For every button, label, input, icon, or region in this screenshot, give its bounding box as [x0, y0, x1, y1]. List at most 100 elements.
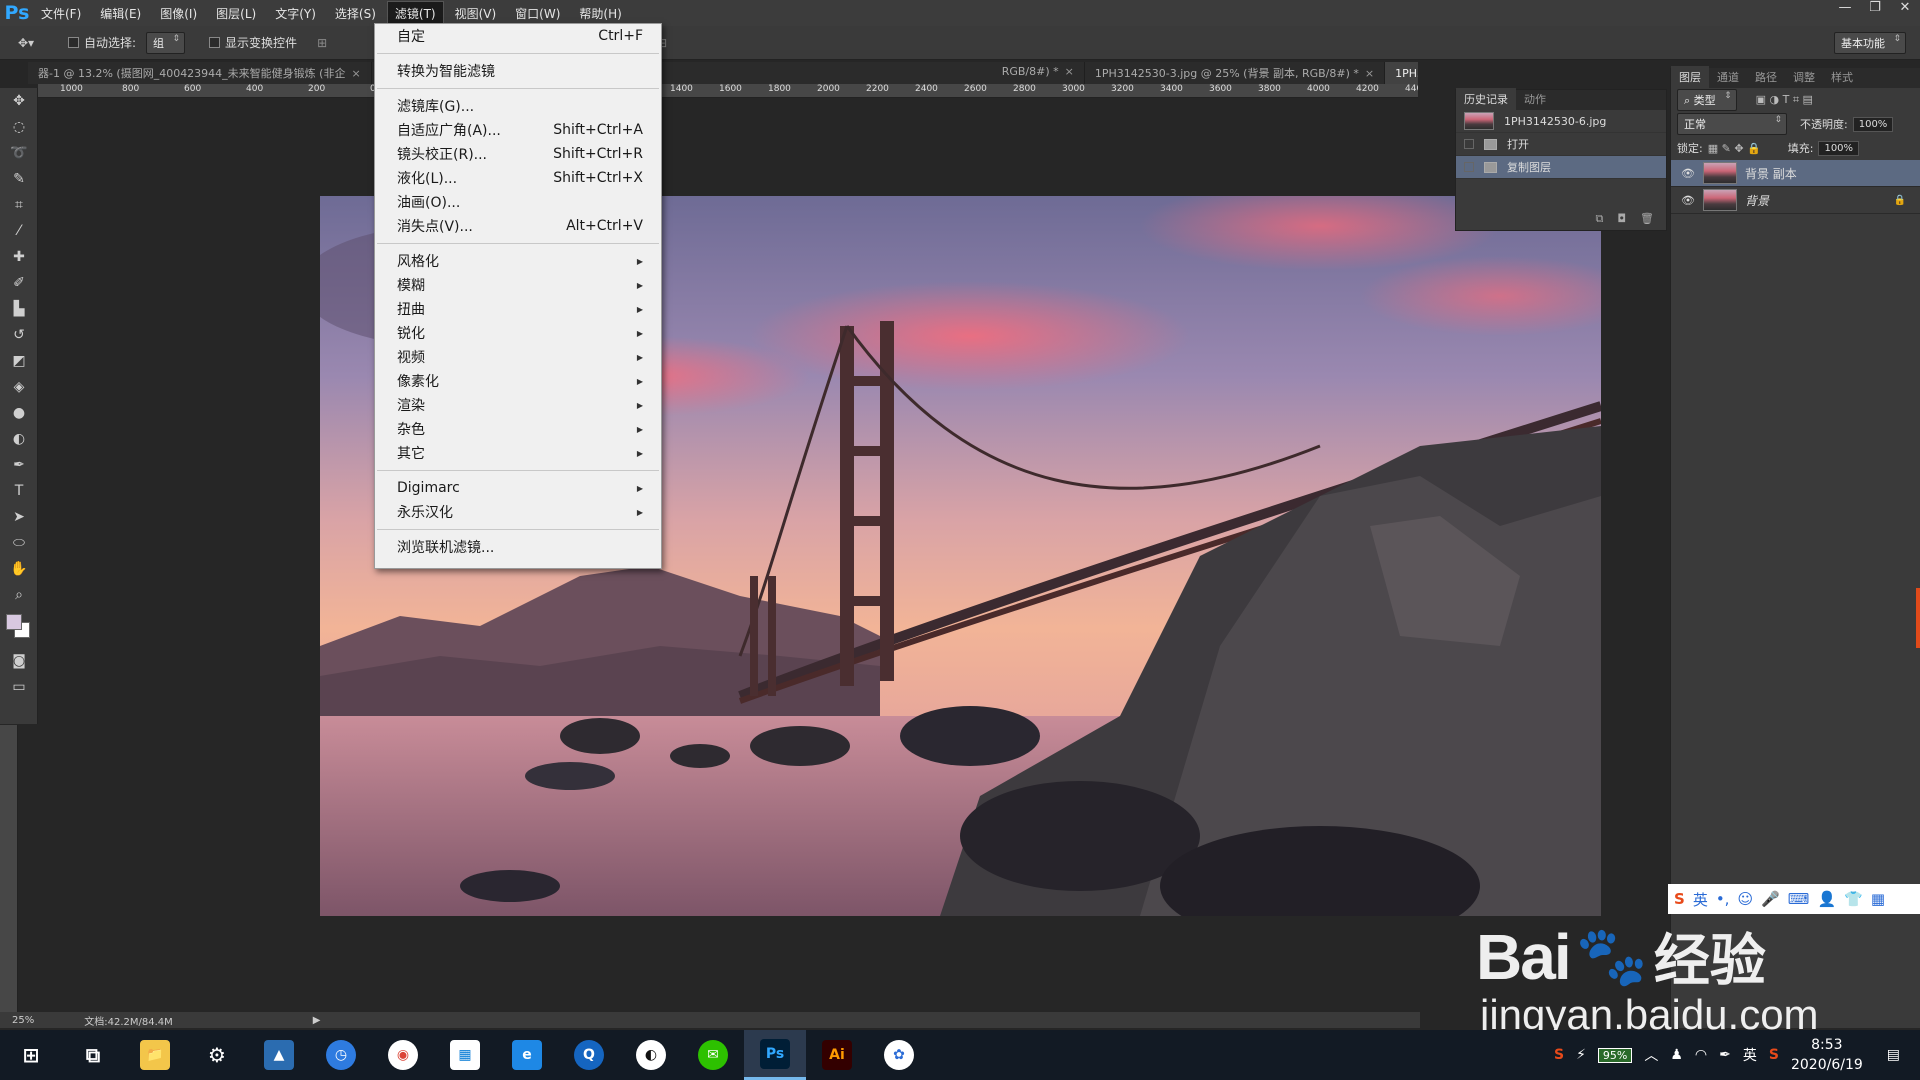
dodge-tool-icon[interactable]: ◐ — [0, 426, 38, 452]
chevron-up-icon[interactable]: ︿ — [1644, 1045, 1658, 1065]
scroll-indicator[interactable] — [1916, 588, 1920, 648]
illustrator-icon[interactable]: Ai — [806, 1030, 868, 1080]
eyedropper-tool-icon[interactable]: ⁄ — [0, 218, 38, 244]
battery-level[interactable]: 95% — [1597, 1047, 1633, 1063]
tab-channels[interactable]: 通道 — [1709, 66, 1747, 88]
wechat-icon[interactable]: ✉ — [682, 1030, 744, 1080]
sogou-icon[interactable]: S — [1769, 1047, 1779, 1063]
history-step-open[interactable]: 打开 — [1456, 133, 1666, 156]
lock-icons[interactable]: ▦ ✎ ✥ 🔒 — [1708, 142, 1761, 155]
document-tab[interactable]: RGB/8#) * × — [992, 62, 1085, 84]
blur-tool-icon[interactable]: ● — [0, 400, 38, 426]
filter-menu-item[interactable]: 滤镜库(G)... — [375, 94, 661, 118]
layer-filter-dropdown[interactable]: ⌕ 类型 — [1677, 89, 1737, 111]
auto-select-dropdown[interactable]: 组 — [146, 31, 186, 54]
close-icon[interactable]: × — [351, 67, 360, 80]
menu-1[interactable]: 编辑(E) — [93, 2, 148, 25]
type-tool-icon[interactable]: T — [0, 478, 38, 504]
screen-mode-icon[interactable]: ▭ — [0, 674, 38, 700]
eraser-tool-icon[interactable]: ◩ — [0, 348, 38, 374]
menu-8[interactable]: 窗口(W) — [508, 2, 567, 25]
marquee-tool-icon[interactable]: ◌ — [0, 114, 38, 140]
menu-2[interactable]: 图像(I) — [153, 2, 204, 25]
history-snapshot[interactable]: 1PH3142530-6.jpg — [1456, 110, 1666, 133]
zoom-level[interactable]: 25% — [12, 1015, 34, 1026]
lasso-tool-icon[interactable]: ➰ — [0, 140, 38, 166]
history-brush-icon[interactable]: ↺ — [0, 322, 38, 348]
filter-menu-item[interactable]: 消失点(V)... Alt+Ctrl+V — [375, 214, 661, 238]
menu-4[interactable]: 文字(Y) — [268, 2, 323, 25]
filter-menu-item[interactable]: 扭曲 ▶ — [375, 297, 661, 321]
minimize-button[interactable]: — — [1830, 0, 1860, 18]
filter-menu-item[interactable]: 液化(L)... Shift+Ctrl+X — [375, 166, 661, 190]
shape-tool-icon[interactable]: ⬭ — [0, 530, 38, 556]
baidu-app-icon[interactable]: ✿ — [868, 1030, 930, 1080]
clock[interactable]: 8:53 2020/6/19 — [1791, 1035, 1863, 1075]
move-tool-icon[interactable]: ✥▾ — [18, 36, 40, 50]
filter-menu-item[interactable]: 锐化 ▶ — [375, 321, 661, 345]
tab-styles[interactable]: 样式 — [1823, 66, 1861, 88]
layer-row-background-copy[interactable]: 👁 背景 副本 — [1671, 160, 1920, 187]
brush-tool-icon[interactable]: ✐ — [0, 270, 38, 296]
photos-icon[interactable]: ▲ — [248, 1030, 310, 1080]
hand-tool-icon[interactable]: ✋ — [0, 556, 38, 582]
filter-menu-item[interactable]: 浏览联机滤镜... — [375, 535, 661, 559]
filter-menu-item[interactable]: 转换为智能滤镜 — [375, 59, 661, 83]
stamp-tool-icon[interactable]: ▙ — [0, 296, 38, 322]
filter-menu-item[interactable]: 渲染 ▶ — [375, 393, 661, 417]
menu-0[interactable]: 文件(F) — [34, 2, 88, 25]
task-view-icon[interactable]: ⧉ — [62, 1030, 124, 1080]
history-step-checkbox[interactable] — [1464, 162, 1474, 172]
clock-app-icon[interactable]: ◷ — [310, 1030, 372, 1080]
zoom-tool-icon[interactable]: ⌕ — [0, 582, 38, 608]
close-icon[interactable]: × — [1065, 65, 1074, 78]
filter-menu-item[interactable]: 自适应广角(A)... Shift+Ctrl+A — [375, 118, 661, 142]
power-icon[interactable]: ⚡ — [1576, 1047, 1586, 1063]
eye-icon[interactable]: 👁 — [1681, 194, 1695, 207]
healing-brush-icon[interactable]: ✚ — [0, 244, 38, 270]
chrome-icon[interactable]: ◉ — [372, 1030, 434, 1080]
ie-icon[interactable]: e — [496, 1030, 558, 1080]
browser-q-icon[interactable]: Q — [558, 1030, 620, 1080]
qq-icon[interactable]: ♟ — [1670, 1047, 1683, 1063]
store-icon[interactable]: ▦ — [434, 1030, 496, 1080]
show-transform-checkbox[interactable] — [209, 37, 221, 48]
history-step-duplicate[interactable]: 复制图层 — [1456, 156, 1666, 179]
crop-tool-icon[interactable]: ⌗ — [0, 192, 38, 218]
settings-icon[interactable]: ⚙ — [186, 1030, 248, 1080]
new-document-icon[interactable]: ⧉ — [1595, 212, 1603, 226]
fill-input[interactable]: 100% — [1818, 140, 1860, 156]
document-tab[interactable]: 1PH3142530-3.jpg @ 25% (背景 副本, RGB/8#) *… — [1085, 62, 1386, 84]
filter-menu-item[interactable]: 油画(O)... — [375, 190, 661, 214]
filter-menu-item[interactable]: 其它 ▶ — [375, 441, 661, 465]
file-explorer-icon[interactable]: 📁 — [124, 1030, 186, 1080]
status-arrow-icon[interactable]: ▶ — [313, 1015, 321, 1026]
sogou-tray-icon[interactable]: S — [1554, 1047, 1564, 1063]
quick-select-tool-icon[interactable]: ✎ — [0, 166, 38, 192]
menu-3[interactable]: 图层(L) — [209, 2, 263, 25]
filter-menu-item[interactable]: Digimarc ▶ — [375, 476, 661, 500]
workspace-dropdown[interactable]: 基本功能 — [1834, 32, 1906, 54]
move-tool-icon[interactable]: ✥ — [0, 88, 38, 114]
document-tab[interactable]: 1PH3142530-6.jpg @ 25% (背景 副本, RGB/8#) *… — [1385, 62, 1418, 84]
camera-icon[interactable]: ◘ — [1617, 212, 1626, 226]
start-icon[interactable]: ⊞ — [0, 1030, 62, 1080]
auto-select-toggle[interactable]: 自动选择: — [68, 34, 136, 51]
filter-menu-item[interactable]: 永乐汉化 ▶ — [375, 500, 661, 524]
path-select-icon[interactable]: ➤ — [0, 504, 38, 530]
tab-paths[interactable]: 路径 — [1747, 66, 1785, 88]
eye-icon[interactable]: 👁 — [1681, 167, 1695, 180]
filter-menu-item[interactable]: 镜头校正(R)... Shift+Ctrl+R — [375, 142, 661, 166]
filter-icons[interactable]: ▣ ◑ T ⌗ ▤ — [1756, 93, 1813, 107]
layer-row-background[interactable]: 👁 背景 🔒 — [1671, 187, 1920, 214]
paint-bucket-icon[interactable]: ◈ — [0, 374, 38, 400]
tray-language[interactable]: 英 — [1743, 1045, 1757, 1065]
menu-7[interactable]: 视图(V) — [448, 2, 504, 25]
menu-5[interactable]: 选择(S) — [328, 2, 383, 25]
filter-menu-item[interactable]: 自定 Ctrl+F — [375, 24, 661, 48]
filter-menu-item[interactable]: 风格化 ▶ — [375, 249, 661, 273]
restore-button[interactable]: ❐ — [1860, 0, 1890, 18]
wifi-icon[interactable]: ◠ — [1695, 1047, 1707, 1063]
close-button[interactable]: ✕ — [1890, 0, 1920, 18]
opacity-input[interactable]: 100% — [1852, 116, 1894, 132]
